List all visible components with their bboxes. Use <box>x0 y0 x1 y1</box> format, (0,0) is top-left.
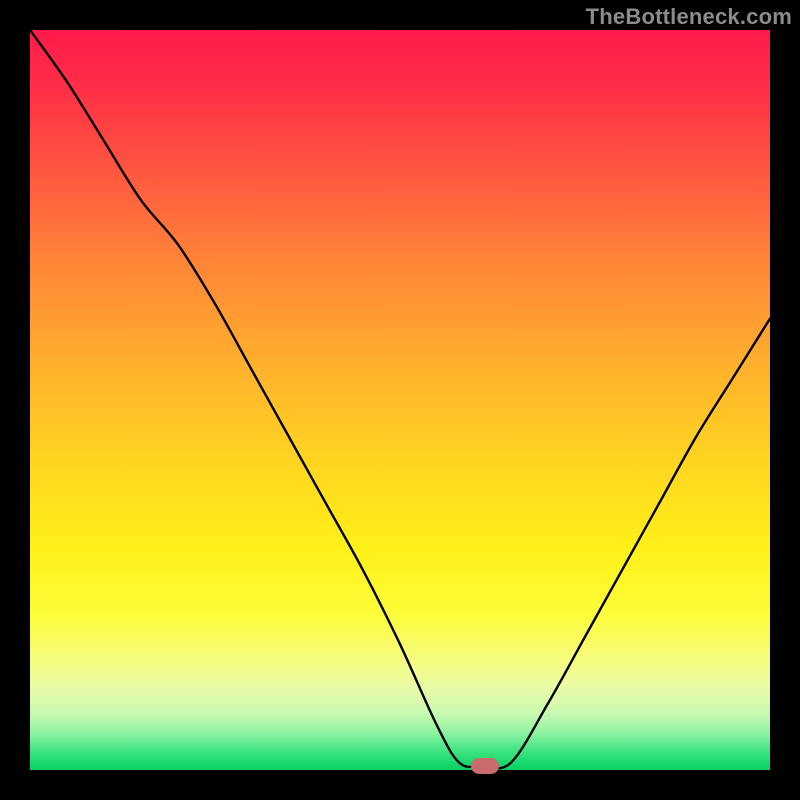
bottleneck-curve <box>30 30 770 770</box>
watermark-text: TheBottleneck.com <box>586 4 792 30</box>
optimal-marker <box>471 758 499 774</box>
chart-frame: TheBottleneck.com <box>0 0 800 800</box>
plot-area <box>30 30 770 770</box>
